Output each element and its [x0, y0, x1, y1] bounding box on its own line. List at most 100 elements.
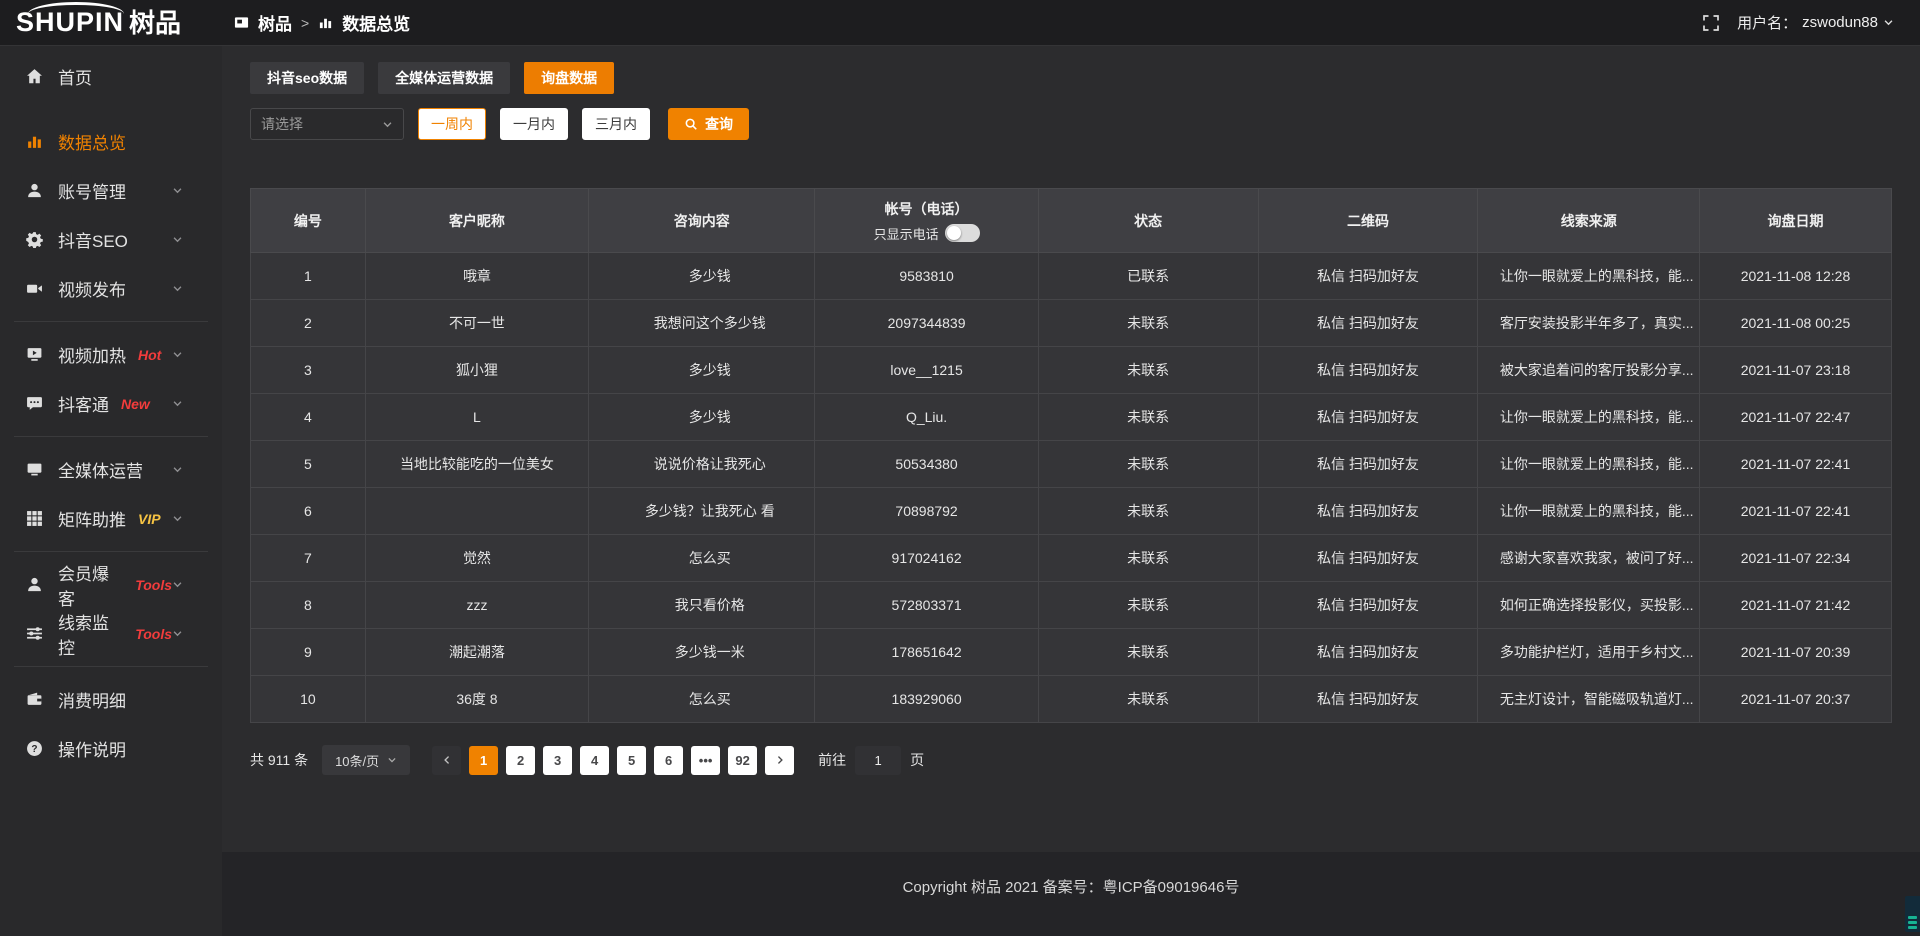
sidebar-item-account-management[interactable]: 账号管理	[0, 166, 222, 215]
cell-status: 未联系	[1038, 629, 1258, 676]
cell-qr-link[interactable]: 私信 扫码加好友	[1258, 535, 1478, 582]
cell-qr-link[interactable]: 私信 扫码加好友	[1258, 629, 1478, 676]
tools-badge: Tools	[135, 626, 172, 642]
user-menu[interactable]: 用户名：zswodun88	[1737, 12, 1894, 33]
sidebar-item-label: 线索监控	[58, 609, 123, 659]
cell-qr-link[interactable]: 私信 扫码加好友	[1258, 347, 1478, 394]
new-badge: New	[121, 396, 150, 412]
cell-source-link[interactable]: 让你一眼就爱上的黑科技，能...	[1478, 441, 1700, 488]
col-header-date: 询盘日期	[1699, 189, 1891, 253]
next-page-button[interactable]	[765, 746, 794, 775]
sidebar-item-media-operation[interactable]: 全媒体运营	[0, 445, 222, 494]
page-button[interactable]: •••	[691, 746, 720, 775]
filter-select[interactable]: 请选择	[250, 108, 404, 140]
col-header-content: 咨询内容	[589, 189, 815, 253]
cell-nickname	[365, 488, 588, 535]
page-button[interactable]: 3	[543, 746, 572, 775]
table-row[interactable]: 6 多少钱？让我死心 看 70898792 未联系 私信 扫码加好友 让你一眼就…	[251, 488, 1892, 535]
chevron-down-icon	[382, 119, 393, 130]
col-header-qrcode: 二维码	[1258, 189, 1478, 253]
page-button[interactable]: 2	[506, 746, 535, 775]
pagination: 共 911 条 10条/页 123456•••92 前往 1 页	[250, 745, 1892, 775]
goto-label: 前往	[818, 750, 846, 770]
page-size-select[interactable]: 10条/页	[322, 745, 410, 775]
col-header-account: 帐号（电话） 只显示电话	[815, 189, 1038, 253]
cell-qr-link[interactable]: 私信 扫码加好友	[1258, 300, 1478, 347]
sidebar-item-member-explosion[interactable]: 会员爆客 Tools	[0, 560, 222, 609]
phone-only-toggle[interactable]	[945, 224, 980, 242]
username-value: zswodun88	[1802, 14, 1878, 31]
sidebar-item-help[interactable]: ? 操作说明	[0, 724, 222, 773]
cell-qr-link[interactable]: 私信 扫码加好友	[1258, 582, 1478, 629]
sidebar-item-video-publish[interactable]: 视频发布	[0, 264, 222, 313]
cell-source-link[interactable]: 无主灯设计，智能磁吸轨道灯...	[1478, 676, 1700, 723]
page-button[interactable]: 4	[580, 746, 609, 775]
table-row[interactable]: 2 不可一世 我想问这个多少钱 2097344839 未联系 私信 扫码加好友 …	[251, 300, 1892, 347]
copyright-text: Copyright 树品 2021 备案号：粤ICP备09019646号	[903, 876, 1240, 936]
search-button[interactable]: 查询	[668, 108, 749, 140]
vip-badge: VIP	[138, 511, 161, 527]
cell-account: 70898792	[815, 488, 1038, 535]
period-button-month[interactable]: 一月内	[500, 108, 568, 140]
page-button[interactable]: 6	[654, 746, 683, 775]
cell-no: 5	[251, 441, 366, 488]
fullscreen-icon[interactable]	[1703, 15, 1719, 31]
logo-text-en: SHUPIN	[16, 9, 124, 36]
topbar-right: 用户名：zswodun88	[1703, 12, 1920, 33]
table-row[interactable]: 10 36度 8 怎么买 183929060 未联系 私信 扫码加好友 无主灯设…	[251, 676, 1892, 723]
sidebar-item-clue-monitor[interactable]: 线索监控 Tools	[0, 609, 222, 658]
cell-qr-link[interactable]: 私信 扫码加好友	[1258, 441, 1478, 488]
page-button[interactable]: 5	[617, 746, 646, 775]
app-square-icon	[234, 15, 249, 30]
sidebar-item-douyin-seo[interactable]: 抖音SEO	[0, 215, 222, 264]
tab-inquiry-data[interactable]: 询盘数据	[524, 62, 614, 94]
cell-source-link[interactable]: 感谢大家喜欢我家，被问了好...	[1478, 535, 1700, 582]
table-row[interactable]: 7 觉然 怎么买 917024162 未联系 私信 扫码加好友 感谢大家喜欢我家…	[251, 535, 1892, 582]
sidebar-item-douketong[interactable]: 抖客通 New	[0, 379, 222, 428]
cell-date: 2021-11-07 22:41	[1699, 488, 1891, 535]
cell-status: 未联系	[1038, 347, 1258, 394]
prev-page-button[interactable]	[432, 746, 461, 775]
floating-widget[interactable]	[1905, 896, 1920, 932]
page-button[interactable]: 92	[728, 746, 757, 775]
cell-source-link[interactable]: 客厅安装投影半年多了，真实...	[1478, 300, 1700, 347]
cell-source-link[interactable]: 让你一眼就爱上的黑科技，能...	[1478, 394, 1700, 441]
chevron-down-icon	[387, 755, 397, 765]
page-button[interactable]: 1	[469, 746, 498, 775]
sidebar-item-home[interactable]: 首页	[0, 52, 222, 101]
sidebar-item-consumption-detail[interactable]: 消费明细	[0, 675, 222, 724]
table-row[interactable]: 1 哦章 多少钱 9583810 已联系 私信 扫码加好友 让你一眼就爱上的黑科…	[251, 253, 1892, 300]
cell-source-link[interactable]: 让你一眼就爱上的黑科技，能...	[1478, 253, 1700, 300]
table-row[interactable]: 5 当地比较能吃的一位美女 说说价格让我死心 50534380 未联系 私信 扫…	[251, 441, 1892, 488]
sidebar-divider	[14, 436, 208, 437]
cell-qr-link[interactable]: 私信 扫码加好友	[1258, 676, 1478, 723]
cell-content: 多少钱一米	[589, 629, 815, 676]
table-row[interactable]: 4 L 多少钱 Q_Liu. 未联系 私信 扫码加好友 让你一眼就爱上的黑科技，…	[251, 394, 1892, 441]
cell-source-link[interactable]: 被大家追着问的客厅投影分享...	[1478, 347, 1700, 394]
cell-status: 未联系	[1038, 394, 1258, 441]
cell-source-link[interactable]: 多功能护栏灯，适用于乡村文...	[1478, 629, 1700, 676]
cell-date: 2021-11-07 22:41	[1699, 441, 1891, 488]
col-header-nickname: 客户昵称	[365, 189, 588, 253]
breadcrumb-root[interactable]: 树品	[258, 10, 292, 35]
total-count: 共 911 条	[250, 750, 308, 770]
cell-qr-link[interactable]: 私信 扫码加好友	[1258, 394, 1478, 441]
cell-qr-link[interactable]: 私信 扫码加好友	[1258, 488, 1478, 535]
cell-source-link[interactable]: 让你一眼就爱上的黑科技，能...	[1478, 488, 1700, 535]
table-row[interactable]: 3 狐小狸 多少钱 love__1215 未联系 私信 扫码加好友 被大家追着问…	[251, 347, 1892, 394]
table-row[interactable]: 9 潮起潮落 多少钱一米 178651642 未联系 私信 扫码加好友 多功能护…	[251, 629, 1892, 676]
period-button-week[interactable]: 一周内	[418, 108, 486, 140]
tab-media-operation-data[interactable]: 全媒体运营数据	[378, 62, 510, 94]
sidebar-item-video-heat[interactable]: 视频加热 Hot	[0, 330, 222, 379]
cell-qr-link[interactable]: 私信 扫码加好友	[1258, 253, 1478, 300]
cell-date: 2021-11-07 22:47	[1699, 394, 1891, 441]
sidebar-item-matrix-boost[interactable]: 矩阵助推 VIP	[0, 494, 222, 543]
goto-page-input[interactable]: 1	[855, 746, 901, 775]
sidebar-item-data-overview[interactable]: 数据总览	[0, 117, 222, 166]
chevron-down-icon	[172, 464, 190, 475]
goto-unit: 页	[910, 750, 924, 770]
period-button-quarter[interactable]: 三月内	[582, 108, 650, 140]
table-row[interactable]: 8 zzz 我只看价格 572803371 未联系 私信 扫码加好友 如何正确选…	[251, 582, 1892, 629]
tab-douyin-seo-data[interactable]: 抖音seo数据	[250, 62, 364, 94]
cell-source-link[interactable]: 如何正确选择投影仪，买投影...	[1478, 582, 1700, 629]
